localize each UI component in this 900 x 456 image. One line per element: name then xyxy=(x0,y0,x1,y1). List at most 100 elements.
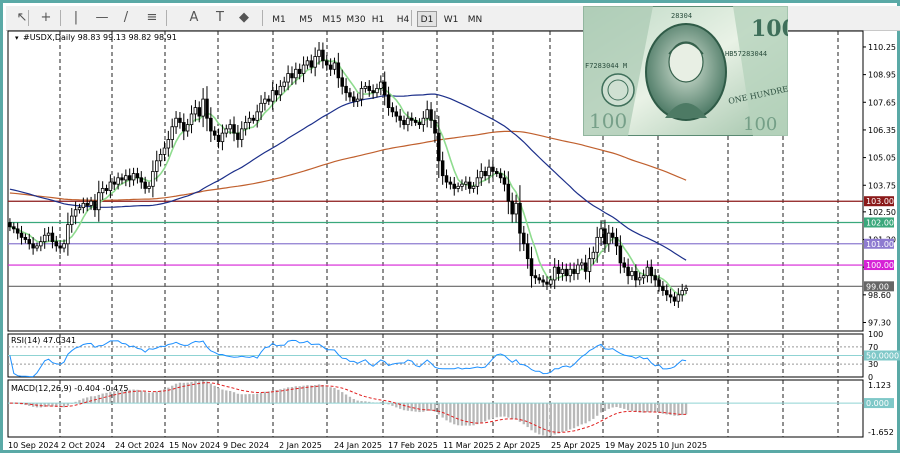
candle-body xyxy=(610,232,615,238)
candle-body xyxy=(328,64,333,70)
candle-body xyxy=(124,175,128,181)
candle-body xyxy=(440,160,445,177)
rsi-tick-label: 70 xyxy=(868,343,878,352)
x-axis-label: 2 Apr 2025 xyxy=(496,441,540,450)
candle-body xyxy=(85,202,89,206)
candle-body xyxy=(286,73,290,83)
candle-body xyxy=(8,222,12,228)
candle-body xyxy=(309,60,314,68)
candle-body xyxy=(622,262,627,268)
candle-body xyxy=(664,290,669,296)
candle-body xyxy=(278,85,283,96)
candle-body xyxy=(425,109,429,119)
y-tick-label: 106.35 xyxy=(868,126,896,135)
candle-body xyxy=(510,200,514,215)
candle-body xyxy=(282,81,287,87)
candle-body xyxy=(587,258,592,272)
candle-body xyxy=(359,88,364,100)
candle-body xyxy=(66,224,70,245)
candle-body xyxy=(514,202,518,215)
candle-body xyxy=(255,111,259,121)
candle-body xyxy=(321,49,325,62)
candle-body xyxy=(243,122,248,130)
candle-body xyxy=(185,124,190,132)
x-axis-label: 17 Feb 2025 xyxy=(388,441,438,450)
candle-body xyxy=(209,117,213,132)
candle-body xyxy=(657,279,661,287)
candle-body xyxy=(12,226,16,230)
candle-body xyxy=(348,92,352,98)
candle-body xyxy=(614,236,619,247)
candle-body xyxy=(661,285,665,291)
candle-body xyxy=(251,117,256,121)
candle-body xyxy=(290,73,294,79)
level-label: 101.00 xyxy=(866,240,894,249)
candle-body xyxy=(460,183,464,187)
candle-body xyxy=(174,117,178,128)
candle-body xyxy=(27,239,32,245)
candle-body xyxy=(147,185,151,189)
candle-body xyxy=(522,232,526,245)
candle-body xyxy=(371,90,375,94)
symbol-arrow: ▾ xyxy=(15,34,19,42)
x-axis-label: 24 Jan 2025 xyxy=(334,441,382,450)
candle-body xyxy=(93,200,97,211)
candle-body xyxy=(143,181,147,189)
chart-window: ↖ + | — / ≡ A T ◆ M1 M5 M15 M30 H1 H4 D1 W1 MN 110.25 108.… xyxy=(0,0,900,453)
candle-body xyxy=(641,275,646,279)
candle-body xyxy=(120,177,124,181)
candle-body xyxy=(437,132,441,162)
level-label: 99.00 xyxy=(866,282,889,291)
candle-body xyxy=(591,251,596,260)
candle-body xyxy=(637,277,642,281)
bill-serial-left: F7283044 M xyxy=(585,62,627,70)
candle-body xyxy=(39,241,43,247)
candle-body xyxy=(201,98,205,117)
y-tick-label: 107.65 xyxy=(868,98,896,107)
macd-title: MACD(12,26,9) -0.404 -0.475 xyxy=(11,384,128,393)
candle-body xyxy=(417,122,422,126)
candle-body xyxy=(73,209,78,217)
candle-body xyxy=(618,245,623,264)
candle-body xyxy=(409,117,414,121)
candle-body xyxy=(301,64,306,74)
dollar-bill-photo: 100 HB57283044 F7283044 M 28304 ONE HUND… xyxy=(583,6,788,136)
candle-body xyxy=(317,49,321,57)
candle-body xyxy=(228,124,232,130)
candle-body xyxy=(464,181,468,185)
candle-body xyxy=(162,147,167,155)
candle-body xyxy=(363,85,368,89)
y-tick-label: 98.60 xyxy=(868,291,891,300)
candle-body xyxy=(259,102,263,113)
candle-body xyxy=(270,90,275,102)
candle-body xyxy=(77,207,82,211)
candle-body xyxy=(386,94,391,108)
candle-body xyxy=(487,166,491,177)
rsi-tick-label: 100 xyxy=(868,330,883,339)
candle-body xyxy=(382,81,387,96)
candle-body xyxy=(653,275,657,281)
candle-body xyxy=(568,268,572,277)
candle-body xyxy=(58,245,62,249)
candle-body xyxy=(108,181,113,191)
candle-body xyxy=(549,279,553,285)
candle-body xyxy=(583,262,588,272)
candle-body xyxy=(154,160,159,172)
candle-body xyxy=(263,98,267,104)
candle-body xyxy=(502,177,507,185)
candle-body xyxy=(193,107,198,115)
candle-body xyxy=(81,202,86,208)
x-axis-label: 2 Jan 2025 xyxy=(279,441,322,450)
candle-body xyxy=(498,173,503,179)
x-axis-label: 15 Nov 2024 xyxy=(169,441,220,450)
x-axis-label: 10 Jun 2025 xyxy=(659,441,707,450)
x-axis-label: 10 Sep 2024 xyxy=(8,441,59,450)
y-tick-label: 97.30 xyxy=(868,318,891,327)
candle-body xyxy=(552,266,557,281)
macd-tick-label: -1.652 xyxy=(868,428,894,437)
y-tick-label: 102.50 xyxy=(868,208,896,217)
candle-body xyxy=(104,188,109,191)
candle-body xyxy=(545,281,549,285)
level-label: 100.00 xyxy=(866,261,894,270)
y-tick-label: 108.95 xyxy=(868,71,896,80)
